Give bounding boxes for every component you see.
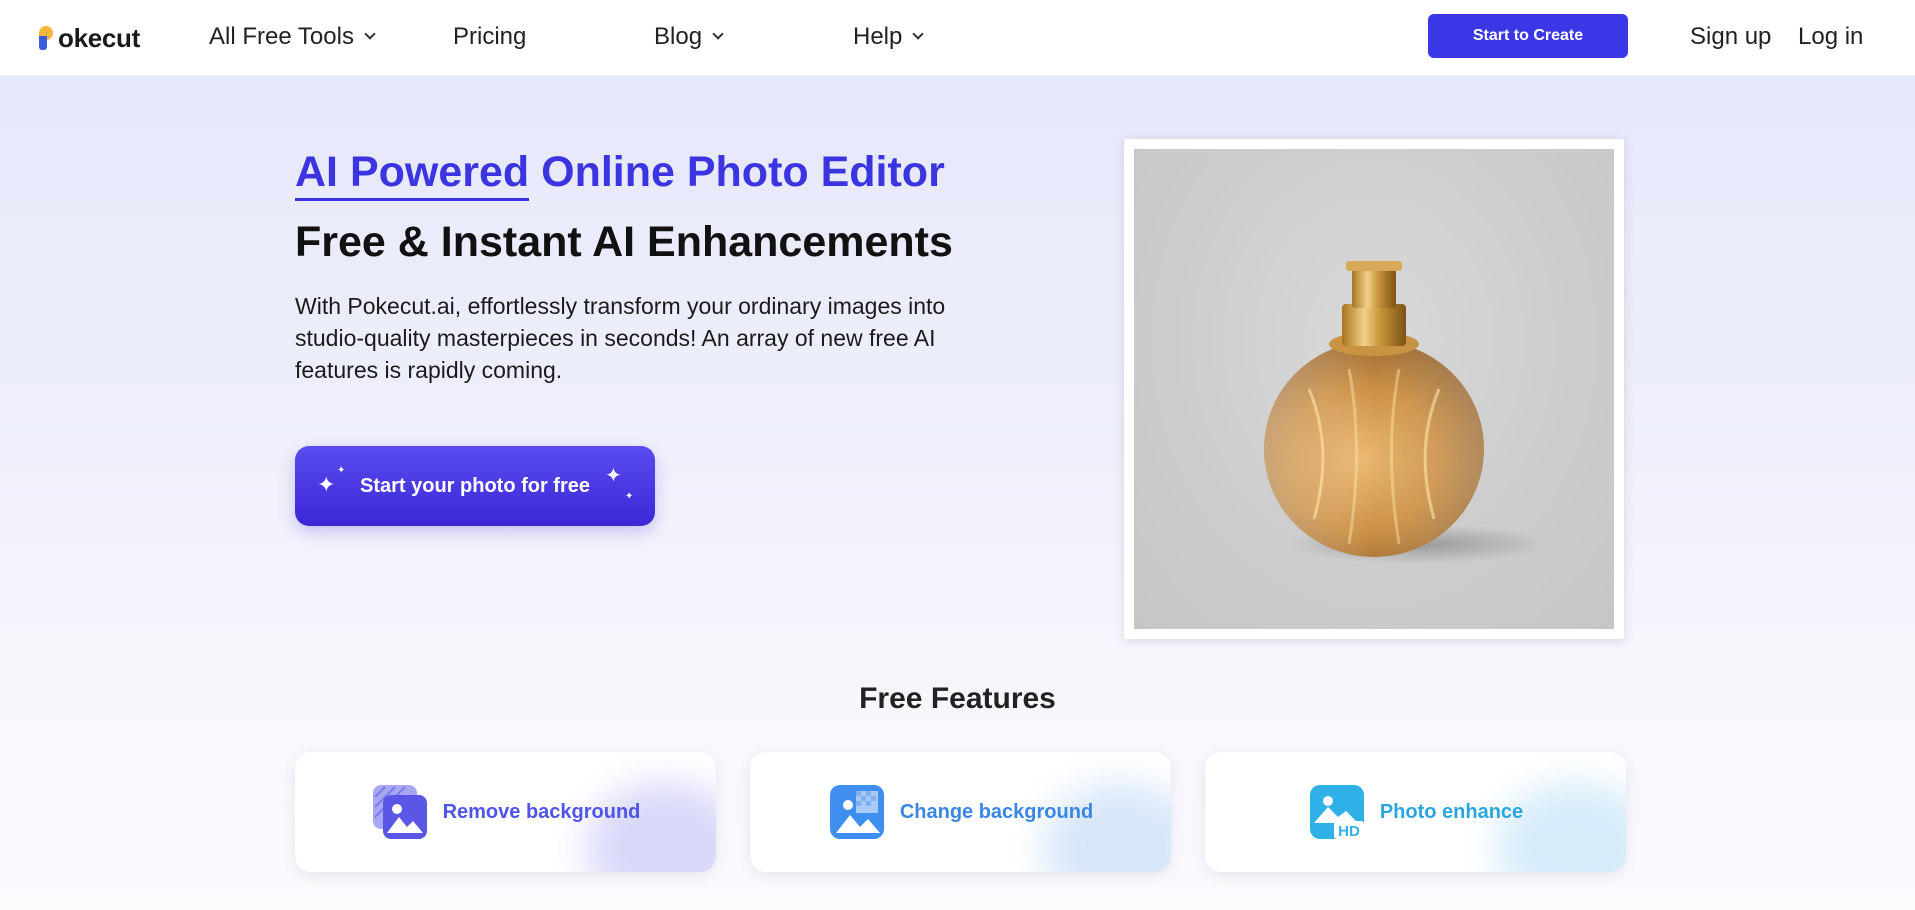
start-photo-free-button[interactable]: ✦ ✦ Start your photo for free ✦ ✦ [295,446,655,526]
photo-enhance-hd-icon: HD [1309,785,1364,840]
remove-background-icon [372,785,427,839]
sign-up-link[interactable]: Sign up [1690,20,1771,54]
chevron-down-icon [712,28,724,40]
hero-title-rest: Online Photo Editor [529,148,945,196]
hero-photo-frame [1124,139,1624,639]
photo-enhance-label: Photo enhance [1379,800,1524,823]
chevron-down-icon [364,28,376,40]
card-glow [1496,782,1626,872]
remove-background-card[interactable]: Remove background [295,752,716,872]
svg-text:HD: HD [1338,823,1360,840]
photo-enhance-card[interactable]: HD Photo enhance [1205,752,1626,872]
start-to-create-button[interactable]: Start to Create [1428,14,1628,58]
hero-subtitle: Free & Instant AI Enhancements [295,218,953,266]
logo-text: okecut [58,22,141,53]
sparkle-icon: ✦ [337,465,346,476]
sparkle-icon: ✦ [625,491,634,502]
top-navbar: okecut All Free Tools Pricing Blog Help … [0,0,1915,76]
change-background-card[interactable]: Change background [750,752,1171,872]
hero-description: With Pokecut.ai, effortlessly transform … [295,293,946,383]
nav-all-free-tools[interactable]: All Free Tools [209,20,376,54]
sparkle-icon: ✦ [605,465,622,487]
card-glow [1041,782,1171,872]
pokecut-logo[interactable]: okecut [39,21,140,55]
pokecut-logo-icon [39,26,57,50]
perfume-bottle-image [1134,149,1614,629]
nav-pricing-label: Pricing [453,23,527,50]
perfume-bottle-illustration [1264,261,1549,564]
nav-all-free-tools-label: All Free Tools [209,23,354,50]
nav-blog[interactable]: Blog [654,20,724,54]
start-photo-free-label: Start your photo for free [359,474,590,497]
features-title: Free Features [859,682,1056,715]
hero-title: AI Powered Online Photo Editor [295,148,945,201]
nav-help[interactable]: Help [853,20,925,54]
nav-blog-label: Blog [654,23,703,50]
nav-pricing[interactable]: Pricing [453,20,526,54]
change-background-label: Change background [899,800,1094,823]
log-in-link[interactable]: Log in [1798,20,1863,54]
nav-help-label: Help [853,23,903,50]
remove-background-label: Remove background [442,800,641,823]
card-glow [586,782,716,872]
change-background-icon [829,785,884,839]
hero-title-highlight: AI Powered [295,148,530,201]
chevron-down-icon [912,28,925,40]
sparkle-icon: ✦ [317,472,336,497]
